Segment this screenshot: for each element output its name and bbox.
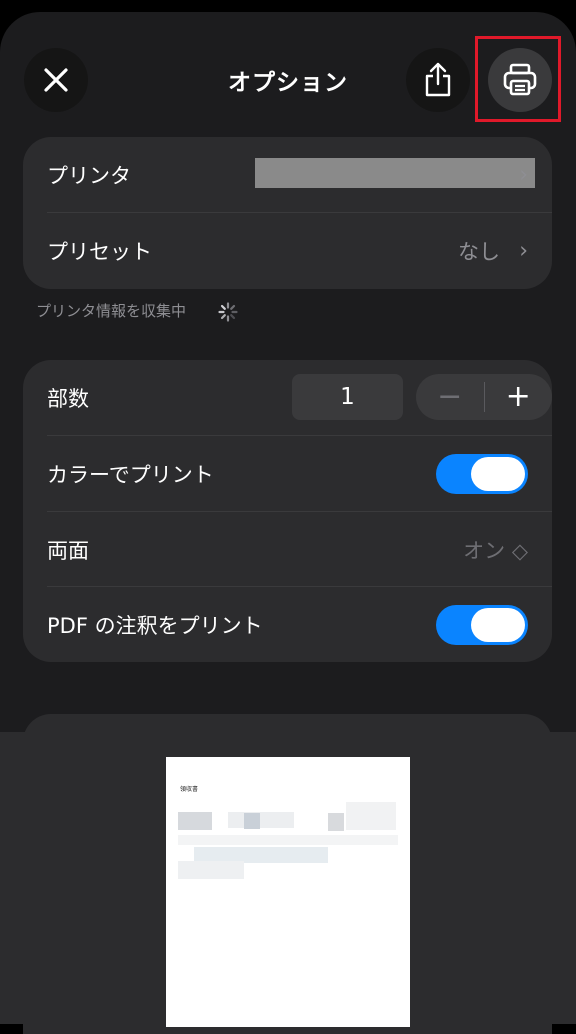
redacted-content — [328, 813, 344, 831]
copies-input[interactable]: 1 — [292, 374, 403, 420]
chevron-right-icon: › — [519, 162, 528, 187]
color-print-row: カラーでプリント — [47, 436, 552, 511]
redacted-content — [228, 812, 294, 828]
decrement-button[interactable]: − — [416, 382, 484, 412]
color-print-toggle[interactable] — [436, 453, 528, 494]
preset-label: プリセット — [47, 239, 152, 264]
redacted-content — [244, 813, 260, 829]
pdf-annotation-row: PDF の注釈をプリント — [47, 587, 552, 662]
pdf-annotation-toggle[interactable] — [436, 604, 528, 645]
preset-row[interactable]: プリセット なし › — [47, 213, 552, 288]
share-icon — [425, 62, 451, 97]
duplex-row[interactable]: 両面 オン ◇ — [47, 512, 552, 587]
redacted-content — [178, 812, 212, 830]
copies-stepper: − + — [416, 374, 552, 420]
duplex-label: 両面 — [47, 538, 89, 563]
printer-label: プリンタ — [47, 163, 131, 188]
color-print-label: カラーでプリント — [47, 462, 214, 487]
print-options-card: 部数 1 − + カラーでプリント 両面 オン ◇ PDF の注釈をプリント — [23, 360, 552, 662]
header: オプション — [0, 12, 576, 122]
redacted-content — [178, 835, 398, 845]
document-title: 領収書 — [180, 786, 199, 793]
toggle-knob — [471, 456, 525, 491]
increment-button[interactable]: + — [485, 382, 553, 412]
redacted-content — [346, 802, 396, 830]
duplex-value: オン ◇ — [463, 538, 528, 563]
pdf-annotation-label: PDF の注釈をプリント — [47, 613, 263, 638]
printer-info-status: プリンタ情報を収集中 — [36, 302, 187, 320]
printer-row[interactable]: プリンタ › — [47, 137, 552, 212]
loading-spinner-icon — [218, 302, 238, 322]
printer-settings-card: プリンタ › プリセット なし › — [23, 137, 552, 289]
print-button-highlight — [475, 36, 561, 122]
share-button[interactable] — [406, 48, 470, 112]
copies-row: 部数 1 − + — [47, 360, 552, 435]
copies-label: 部数 — [47, 386, 89, 411]
redacted-content — [178, 861, 244, 879]
toggle-knob — [471, 607, 525, 642]
preset-value: なし — [458, 239, 500, 264]
chevron-right-icon: › — [519, 238, 528, 263]
printer-name-redacted — [255, 158, 535, 188]
page-preview[interactable]: 領収書 — [166, 757, 410, 1027]
